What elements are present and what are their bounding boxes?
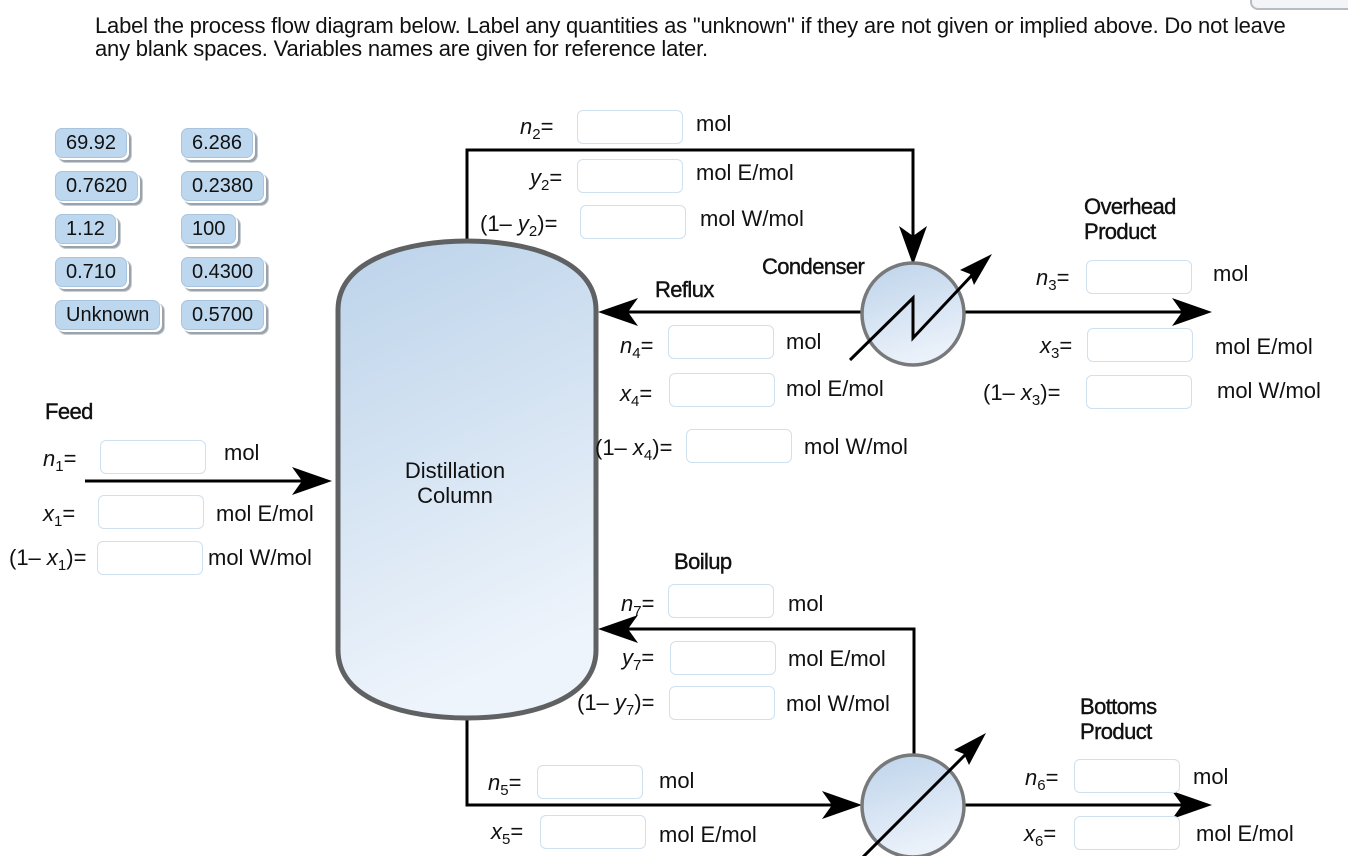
n1-unit: mol (224, 440, 260, 465)
n5-dropzone[interactable] (537, 765, 643, 799)
x6-dropzone[interactable] (1074, 816, 1180, 850)
answer-chip[interactable]: 6.286 (181, 128, 254, 158)
y7-unit: mol E/mol (788, 646, 886, 671)
one-minus-x1-unit: mol W/mol (208, 545, 312, 570)
n3-dropzone[interactable] (1086, 260, 1192, 294)
y2-label: y2= (530, 165, 563, 195)
n2-unit: mol (696, 111, 732, 136)
x1-label: x1= (43, 501, 76, 531)
overhead-product-title-line2: Product (1084, 219, 1157, 244)
condenser-label: Condenser (762, 254, 865, 279)
reboiler-icon (860, 733, 986, 856)
x1-unit: mol E/mol (216, 501, 314, 526)
x3-unit: mol E/mol (1215, 334, 1313, 359)
one-minus-x1-dropzone[interactable] (97, 541, 203, 575)
bottoms-product-title-line2: Product (1080, 719, 1153, 744)
answer-chip[interactable]: 1.12 (55, 214, 116, 244)
one-minus-x4-label: (1– x4)= (595, 435, 673, 465)
n4-dropzone[interactable] (668, 325, 774, 359)
x3-dropzone[interactable] (1087, 328, 1193, 362)
x3-label: x3= (1040, 333, 1073, 363)
n5-unit: mol (659, 768, 695, 793)
x1-dropzone[interactable] (98, 495, 204, 529)
n4-unit: mol (786, 329, 822, 354)
n2-dropzone[interactable] (577, 110, 683, 144)
n7-label: n7= (621, 591, 655, 621)
one-minus-y7-label: (1– y7)= (577, 690, 655, 720)
stream-bottoms-liquid-line (465, 718, 835, 807)
answer-chip[interactable]: 0.710 (55, 257, 128, 287)
n5-label: n5= (488, 770, 522, 800)
n6-unit: mol (1193, 764, 1229, 789)
x5-unit: mol E/mol (659, 822, 757, 847)
one-minus-x4-dropzone[interactable] (686, 429, 792, 463)
one-minus-x1-label: (1– x1)= (9, 545, 87, 575)
condenser-icon (848, 254, 992, 367)
x4-label: x4= (620, 381, 653, 411)
x6-unit: mol E/mol (1196, 821, 1294, 846)
n2-label: n2= (520, 114, 554, 144)
one-minus-y7-dropzone[interactable] (669, 686, 775, 720)
feed-title: Feed (45, 399, 94, 424)
answer-chip[interactable]: Unknown (55, 300, 161, 330)
y2-unit: mol E/mol (696, 160, 794, 185)
n4-label: n4= (620, 333, 654, 363)
overhead-product-title-line1: Overhead (1084, 194, 1177, 219)
one-minus-y2-dropzone[interactable] (580, 205, 686, 239)
y7-label: y7= (622, 645, 655, 675)
distillation-column-label: Distillation Column (404, 458, 506, 508)
answer-chip[interactable]: 69.92 (55, 128, 128, 158)
one-minus-x3-unit: mol W/mol (1217, 378, 1321, 403)
n3-unit: mol (1213, 261, 1249, 286)
bottoms-product-title-line1: Bottoms (1080, 694, 1157, 719)
answer-chip[interactable]: 0.4300 (181, 257, 265, 287)
n1-label: n1= (43, 446, 77, 476)
one-minus-y2-unit: mol W/mol (700, 206, 804, 231)
n1-dropzone[interactable] (100, 440, 206, 474)
answer-chip[interactable]: 0.7620 (55, 171, 139, 201)
reflux-title: Reflux (655, 277, 715, 302)
one-minus-y2-label: (1– y2)= (480, 211, 558, 241)
n6-label: n6= (1025, 765, 1059, 795)
n7-dropzone[interactable] (668, 584, 774, 618)
x5-label: x5= (491, 819, 524, 849)
one-minus-y7-unit: mol W/mol (786, 691, 890, 716)
answer-chip[interactable]: 100 (181, 214, 237, 244)
x4-dropzone[interactable] (669, 373, 775, 407)
n3-label: n3= (1036, 265, 1070, 295)
boilup-title: Boilup (674, 549, 733, 574)
x5-dropzone[interactable] (540, 815, 646, 849)
one-minus-x3-label: (1– x3)= (983, 380, 1061, 410)
one-minus-x4-unit: mol W/mol (804, 434, 908, 459)
answer-chip[interactable]: 0.2380 (181, 171, 265, 201)
x6-label: x6= (1024, 821, 1057, 851)
x4-unit: mol E/mol (786, 376, 884, 401)
answer-chip[interactable]: 0.5700 (181, 300, 265, 330)
n7-unit: mol (788, 591, 824, 616)
y2-dropzone[interactable] (577, 159, 683, 193)
one-minus-x3-dropzone[interactable] (1086, 375, 1192, 409)
n6-dropzone[interactable] (1074, 759, 1180, 793)
y7-dropzone[interactable] (670, 641, 776, 675)
